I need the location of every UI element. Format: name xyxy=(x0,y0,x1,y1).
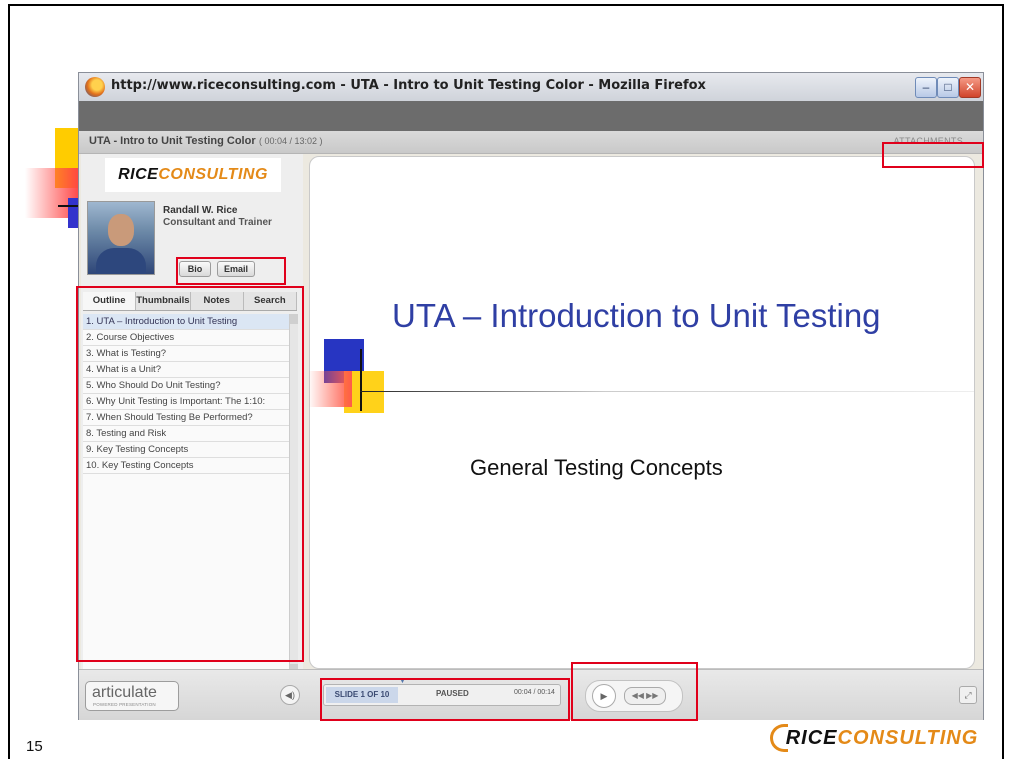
rice-consulting-logo: RICE CONSULTING xyxy=(105,158,281,192)
fullscreen-icon[interactable]: ⤢ xyxy=(959,686,977,704)
presenter-role: Consultant and Trainer xyxy=(163,217,272,228)
highlight-sidebar-outline xyxy=(76,286,304,662)
speaker-icon[interactable]: ◀) xyxy=(280,685,300,705)
highlight-attachments xyxy=(882,142,984,168)
course-title: UTA - Intro to Unit Testing Color xyxy=(89,135,256,147)
highlight-playback xyxy=(571,662,698,721)
close-button[interactable]: ✕ xyxy=(959,77,981,98)
logo-rice-text: RICE xyxy=(118,166,159,183)
articulate-logo-text: articulate xyxy=(92,684,157,701)
articulate-logo[interactable]: articulate POWERED PRESENTATION xyxy=(85,681,179,711)
slide-canvas: UTA – Introduction to Unit Testing Gener… xyxy=(308,156,975,669)
articulate-logo-subtext: POWERED PRESENTATION xyxy=(93,702,156,707)
player-header-bar xyxy=(79,101,983,131)
footer-logo-rice: RICE xyxy=(785,727,838,749)
window-titlebar: http://www.riceconsulting.com - UTA - In… xyxy=(79,73,983,102)
footer-logo-consulting: CONSULTING xyxy=(837,727,979,749)
slide-decor-horizontal-line xyxy=(360,391,974,392)
rice-consulting-footer-logo: RICECONSULTING xyxy=(770,724,994,752)
slide-title: UTA – Introduction to Unit Testing xyxy=(392,297,881,334)
firefox-icon xyxy=(85,77,105,97)
page-number: 15 xyxy=(26,738,43,755)
maximize-button[interactable]: □ xyxy=(937,77,959,98)
highlight-bio-email xyxy=(176,257,286,285)
slide-decor-vertical-line xyxy=(360,349,362,411)
highlight-progress xyxy=(320,678,570,721)
minimize-button[interactable]: – xyxy=(915,77,937,98)
slide-subtitle: General Testing Concepts xyxy=(470,455,723,480)
slide-decor-red-square xyxy=(308,371,352,407)
window-title: http://www.riceconsulting.com - UTA - In… xyxy=(111,78,706,93)
presenter-photo xyxy=(87,201,155,275)
presenter-name: Randall W. Rice xyxy=(163,205,238,216)
logo-consulting-text: CONSULTING xyxy=(158,166,268,183)
course-time: ( 00:04 / 13:02 ) xyxy=(259,136,323,146)
course-info-bar: UTA - Intro to Unit Testing Color ( 00:0… xyxy=(79,131,983,154)
